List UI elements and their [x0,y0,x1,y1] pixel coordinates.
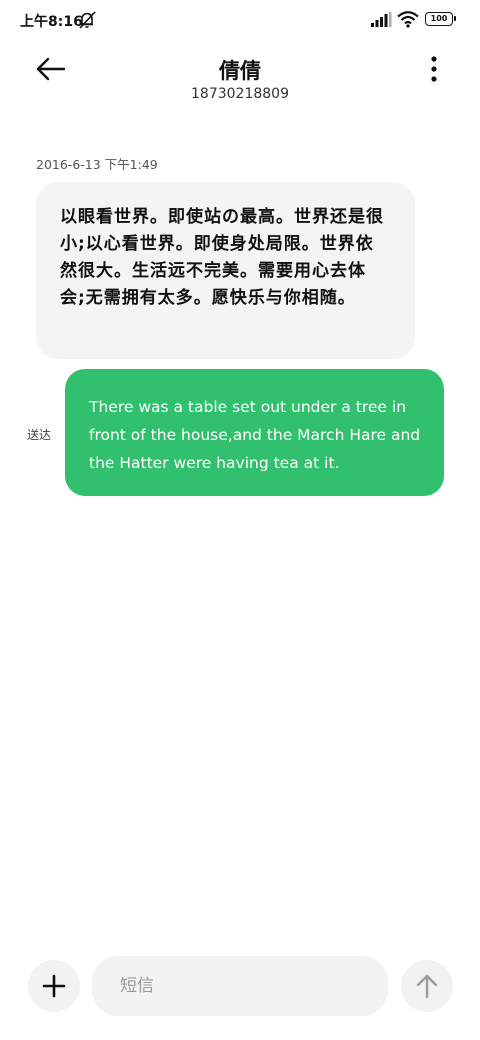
received-message-bubble[interactable]: 以眼看世界。即使站の最高。世界还是很小;以心看世界。即使身处局限。世界依然很大。… [36,182,415,359]
sent-message-bubble[interactable]: There was a table set out under a tree i… [65,369,444,496]
delivery-status: 送达 [27,428,52,442]
contact-name: 倩倩 [219,59,261,83]
plus-icon [42,974,66,998]
wifi-icon [397,11,419,28]
message-input[interactable] [92,956,388,1016]
signal-icon [371,12,392,27]
arrow-up-icon [416,974,438,999]
more-vertical-icon [431,56,437,82]
status-time: 上午8:16 [20,14,83,30]
battery-icon: 100 [425,12,456,26]
contact-number: 18730218809 [191,86,289,102]
status-bar: 上午8:16 100 [0,0,480,44]
add-attachment-button[interactable] [28,960,80,1012]
send-button[interactable] [401,960,453,1012]
mute-icon [79,11,96,29]
message-timestamp: 2016-6-13 下午1:49 [36,157,158,172]
more-options-button[interactable] [420,52,448,86]
